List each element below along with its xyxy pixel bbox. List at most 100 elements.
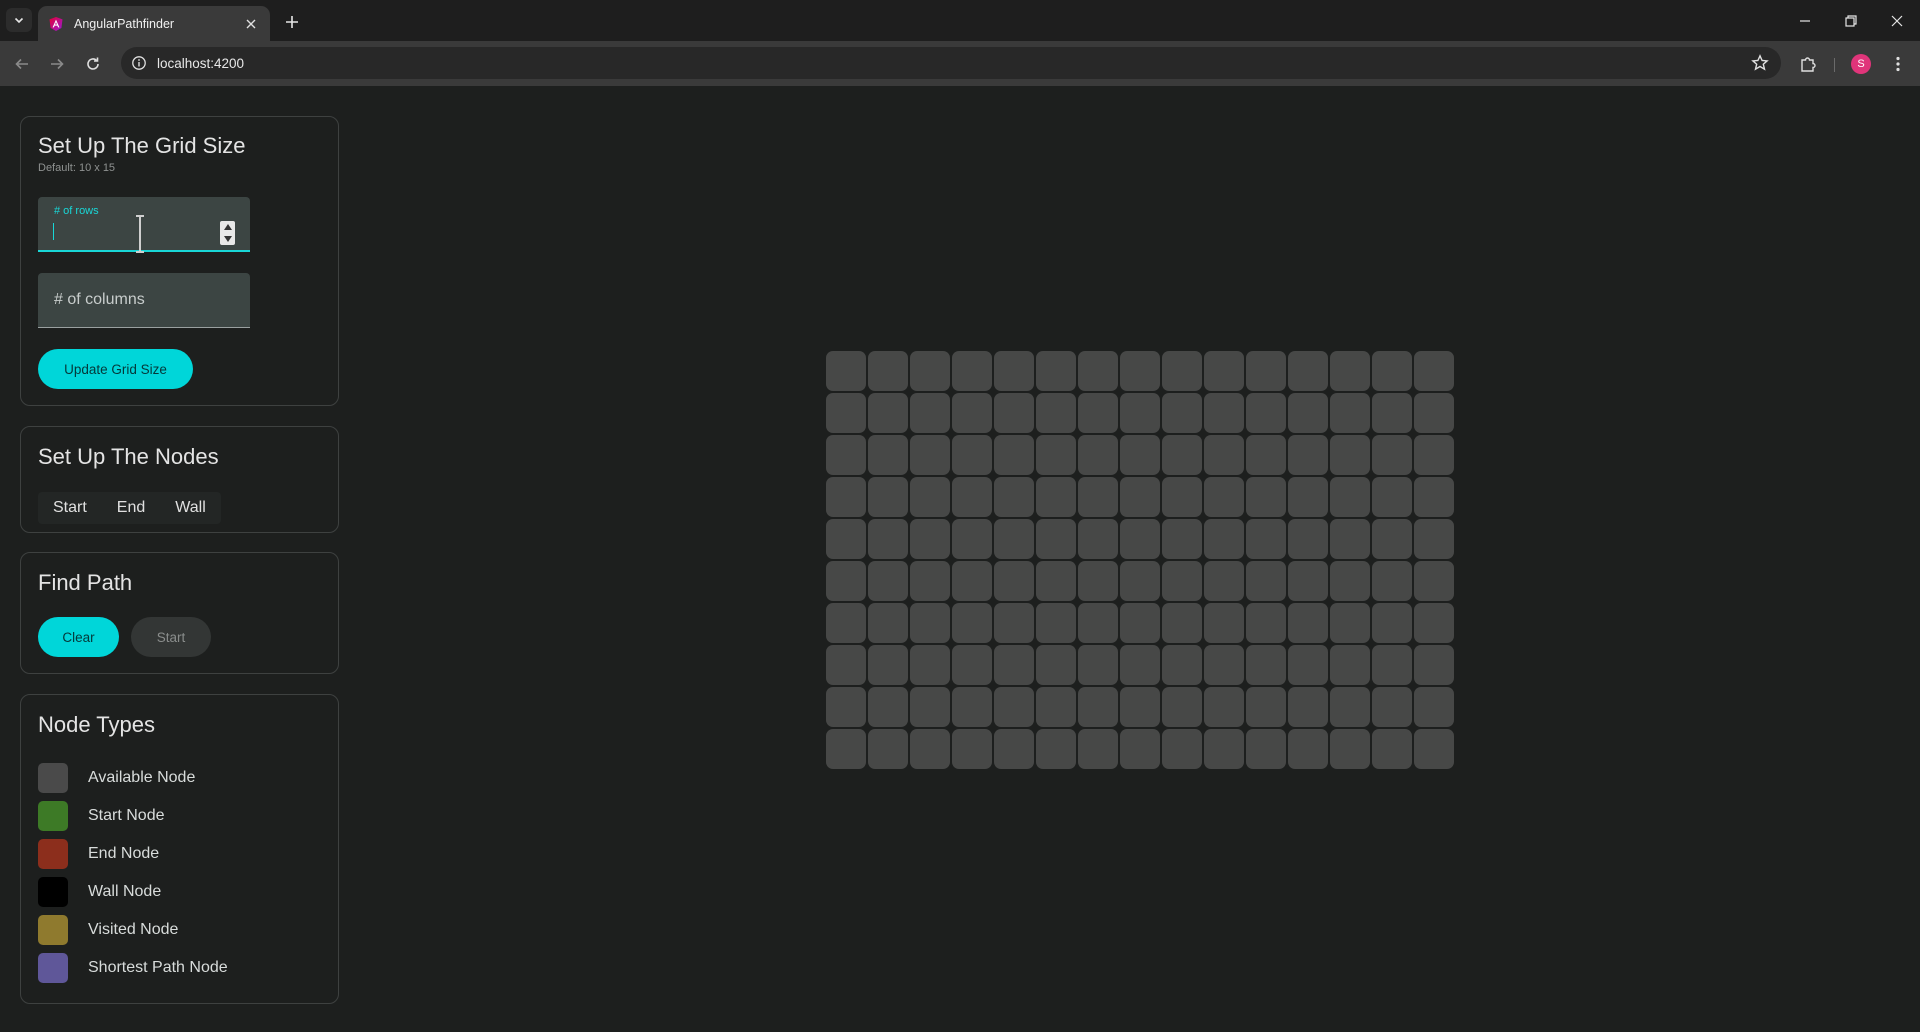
grid-cell[interactable]	[1036, 435, 1076, 475]
grid-cell[interactable]	[1078, 729, 1118, 769]
grid-cell[interactable]	[910, 519, 950, 559]
grid-cell[interactable]	[910, 603, 950, 643]
new-tab-plus-icon[interactable]	[280, 10, 304, 34]
grid-cell[interactable]	[1372, 477, 1412, 517]
grid-cell[interactable]	[952, 519, 992, 559]
grid-cell[interactable]	[1036, 519, 1076, 559]
grid-cell[interactable]	[826, 477, 866, 517]
grid-cell[interactable]	[1120, 645, 1160, 685]
grid-cell[interactable]	[1330, 561, 1370, 601]
grid-cell[interactable]	[1414, 393, 1454, 433]
grid-cell[interactable]	[1078, 435, 1118, 475]
grid-cell[interactable]	[1204, 351, 1244, 391]
grid-cell[interactable]	[952, 435, 992, 475]
clear-button[interactable]: Clear	[38, 617, 119, 657]
grid-cell[interactable]	[868, 603, 908, 643]
grid-cell[interactable]	[1288, 435, 1328, 475]
grid-cell[interactable]	[910, 687, 950, 727]
grid-cell[interactable]	[1120, 435, 1160, 475]
grid-cell[interactable]	[1288, 561, 1328, 601]
grid-cell[interactable]	[1288, 393, 1328, 433]
number-stepper[interactable]	[220, 221, 235, 245]
grid-cell[interactable]	[1372, 687, 1412, 727]
grid-cell[interactable]	[1372, 729, 1412, 769]
rows-input[interactable]: # of rows	[38, 197, 250, 253]
grid-cell[interactable]	[868, 645, 908, 685]
grid-cell[interactable]	[868, 393, 908, 433]
grid-cell[interactable]	[1372, 393, 1412, 433]
grid-cell[interactable]	[1414, 603, 1454, 643]
grid-cell[interactable]	[868, 519, 908, 559]
tab-search-button[interactable]	[6, 8, 32, 32]
grid-cell[interactable]	[910, 435, 950, 475]
grid-cell[interactable]	[1288, 477, 1328, 517]
grid-cell[interactable]	[1078, 519, 1118, 559]
grid-cell[interactable]	[1120, 477, 1160, 517]
grid-cell[interactable]	[952, 603, 992, 643]
grid-cell[interactable]	[1246, 561, 1286, 601]
grid-cell[interactable]	[1330, 477, 1370, 517]
grid-cell[interactable]	[1204, 603, 1244, 643]
toggle-wall-node[interactable]: Wall	[160, 492, 221, 524]
grid-cell[interactable]	[1120, 603, 1160, 643]
toggle-end-node[interactable]: End	[102, 492, 160, 524]
close-window-icon[interactable]	[1874, 0, 1920, 41]
grid-cell[interactable]	[1246, 435, 1286, 475]
grid-cell[interactable]	[1372, 603, 1412, 643]
grid-cell[interactable]	[1204, 561, 1244, 601]
grid-cell[interactable]	[1036, 687, 1076, 727]
grid-cell[interactable]	[1414, 561, 1454, 601]
restore-icon[interactable]	[1828, 0, 1874, 41]
grid-cell[interactable]	[1246, 687, 1286, 727]
back-arrow-icon[interactable]	[9, 51, 35, 77]
grid-cell[interactable]	[1204, 477, 1244, 517]
grid-cell[interactable]	[952, 477, 992, 517]
grid-cell[interactable]	[1246, 351, 1286, 391]
grid-cell[interactable]	[1120, 519, 1160, 559]
grid-cell[interactable]	[1414, 477, 1454, 517]
grid-cell[interactable]	[1414, 435, 1454, 475]
grid-cell[interactable]	[1414, 729, 1454, 769]
toggle-start-node[interactable]: Start	[38, 492, 102, 524]
grid-cell[interactable]	[1414, 351, 1454, 391]
grid-cell[interactable]	[952, 729, 992, 769]
grid-cell[interactable]	[1078, 687, 1118, 727]
grid-cell[interactable]	[1246, 603, 1286, 643]
grid-cell[interactable]	[1204, 729, 1244, 769]
grid-cell[interactable]	[1078, 393, 1118, 433]
grid-cell[interactable]	[1162, 561, 1202, 601]
more-menu-icon[interactable]	[1885, 51, 1911, 77]
grid-cell[interactable]	[1246, 519, 1286, 559]
grid-cell[interactable]	[1162, 477, 1202, 517]
grid-cell[interactable]	[1330, 393, 1370, 433]
minimize-icon[interactable]	[1782, 0, 1828, 41]
grid-cell[interactable]	[826, 435, 866, 475]
grid-cell[interactable]	[1036, 729, 1076, 769]
reload-icon[interactable]	[80, 51, 106, 77]
grid-cell[interactable]	[1162, 519, 1202, 559]
grid-cell[interactable]	[1330, 351, 1370, 391]
grid-cell[interactable]	[994, 603, 1034, 643]
grid-cell[interactable]	[1120, 561, 1160, 601]
browser-tab[interactable]: AngularPathfinder	[38, 6, 270, 41]
grid-cell[interactable]	[1414, 687, 1454, 727]
grid-cell[interactable]	[952, 687, 992, 727]
grid-cell[interactable]	[1162, 393, 1202, 433]
address-bar[interactable]: localhost:4200	[121, 47, 1781, 79]
grid-cell[interactable]	[1204, 519, 1244, 559]
grid-cell[interactable]	[952, 351, 992, 391]
columns-input[interactable]: # of columns	[38, 273, 250, 328]
grid-cell[interactable]	[1120, 393, 1160, 433]
grid-cell[interactable]	[1204, 393, 1244, 433]
grid-cell[interactable]	[826, 645, 866, 685]
grid-cell[interactable]	[1288, 351, 1328, 391]
grid-cell[interactable]	[910, 729, 950, 769]
tab-close-icon[interactable]	[242, 15, 260, 33]
grid-cell[interactable]	[1246, 393, 1286, 433]
bookmark-star-icon[interactable]	[1751, 54, 1769, 72]
grid-cell[interactable]	[1288, 729, 1328, 769]
grid-cell[interactable]	[826, 351, 866, 391]
grid-cell[interactable]	[1162, 351, 1202, 391]
grid-cell[interactable]	[868, 687, 908, 727]
grid-cell[interactable]	[910, 561, 950, 601]
